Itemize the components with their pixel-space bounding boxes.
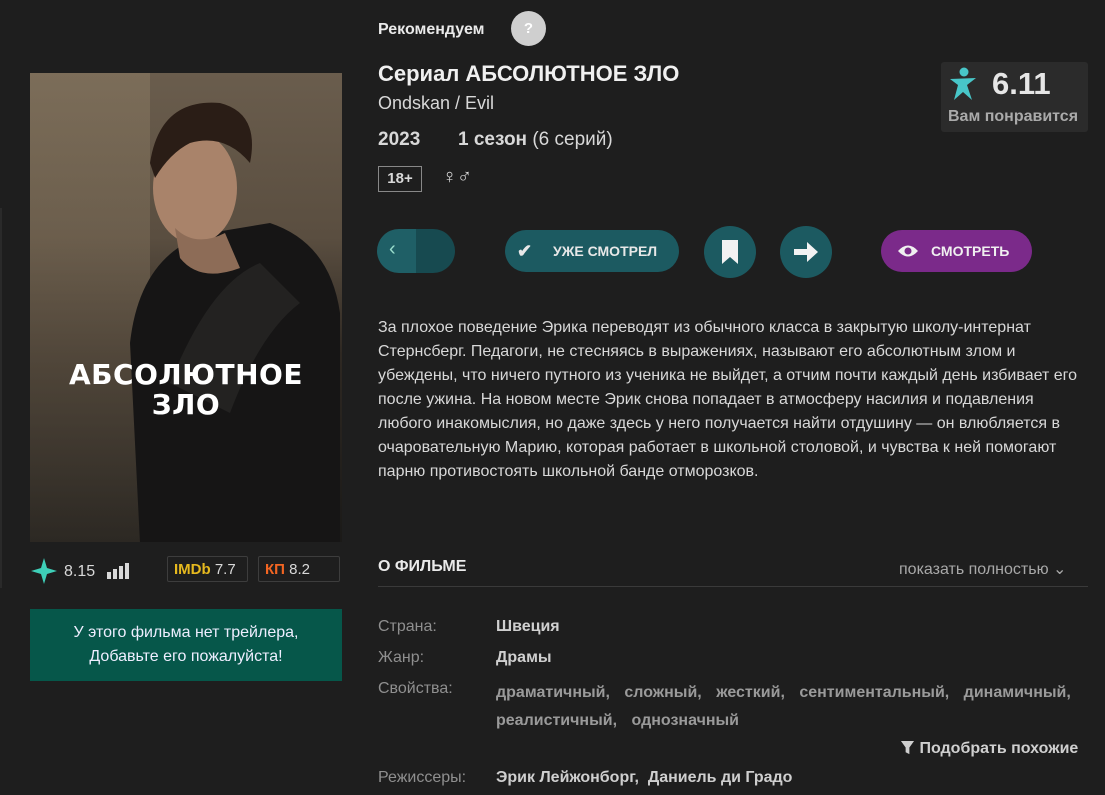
episodes-count: (6 серий) [527, 129, 613, 150]
site-rating-value: 8.15 [64, 563, 96, 580]
eye-icon [898, 245, 918, 257]
properties-label: Свойства: [378, 680, 453, 697]
seasons-info: 1 сезон (6 серий) [458, 129, 613, 151]
directors-label: Режиссеры: [378, 769, 467, 786]
poster-figure [130, 102, 340, 542]
show-full-link[interactable]: показать полностью ⌄ [899, 559, 1066, 579]
original-title: Ondskan / Evil [378, 93, 495, 113]
back-toggle-button[interactable]: ‹ [377, 229, 455, 273]
person-star-icon [950, 67, 976, 100]
imdb-label: IMDb [174, 561, 211, 578]
poster[interactable]: АБСОЛЮТНОЕ ЗЛО [30, 73, 342, 542]
help-icon[interactable]: ? [511, 11, 546, 46]
gender-icon: ♀♂ [442, 166, 472, 188]
match-score-label: Вам понравится [948, 108, 1079, 125]
kp-label: КП [265, 561, 285, 578]
property-tag[interactable]: сентиментальный, [799, 684, 949, 701]
genre-label: Жанр: [378, 649, 425, 666]
bookmark-button[interactable] [704, 226, 756, 278]
bookmark-icon [722, 240, 738, 264]
filter-icon [900, 740, 915, 755]
kp-badge[interactable]: КП 8.2 [258, 556, 340, 582]
poster-title: АБСОЛЮТНОЕ ЗЛО [30, 360, 342, 420]
trailer-notice[interactable]: У этого фильма нет трейлера, Добавьте ег… [30, 609, 342, 681]
description: За плохое поведение Эрика переводят из о… [378, 319, 1078, 480]
property-tag[interactable]: динамичный, [964, 684, 1071, 701]
properties-list: драматичный, сложный, жесткий, сентимент… [496, 679, 1096, 735]
poster-title-line2: ЗЛО [151, 388, 221, 421]
imdb-value: 7.7 [214, 561, 236, 578]
property-tag[interactable]: сложный, [624, 684, 701, 701]
match-score-value: 6.11 [992, 66, 1051, 101]
chevron-left-icon: ‹ [389, 238, 396, 260]
share-forward-button[interactable] [780, 226, 832, 278]
about-heading: О ФИЛЬМЕ [378, 558, 467, 575]
directors-value[interactable]: Эрик Лейжонборг, Даниель ди Градо [496, 769, 792, 787]
release-year[interactable]: 2023 [378, 129, 420, 151]
kp-value: 8.2 [289, 561, 310, 578]
genre-value[interactable]: Драмы [496, 649, 552, 667]
age-rating-badge: 18+ [378, 166, 422, 192]
find-similar-link[interactable]: Подобрать похожие [900, 740, 1078, 758]
recommend-label: Рекомендуем [378, 21, 485, 38]
signal-bars-icon [107, 563, 129, 579]
already-watched-label: УЖЕ СМОТРЕЛ [553, 243, 658, 259]
trailer-notice-line2: Добавьте его пожалуйста! [89, 648, 283, 665]
property-tag[interactable]: драматичный, [496, 684, 610, 701]
poster-title-line1: АБСОЛЮТНОЕ [69, 358, 303, 391]
page-title: Сериал АБСОЛЮТНОЕ ЗЛО [378, 61, 680, 86]
site-rating-star-icon [31, 558, 57, 584]
country-label: Страна: [378, 618, 437, 635]
section-divider [378, 586, 1088, 587]
watch-label: СМОТРЕТЬ [931, 243, 1010, 259]
left-edge-line [0, 208, 2, 588]
property-tag[interactable]: однозначный [632, 712, 740, 729]
imdb-badge[interactable]: IMDb 7.7 [167, 556, 248, 582]
watch-button[interactable]: СМОТРЕТЬ [881, 230, 1032, 272]
seasons-count: 1 сезон [458, 129, 528, 150]
country-value[interactable]: Швеция [496, 618, 560, 636]
property-tag[interactable]: реалистичный, [496, 712, 617, 729]
find-similar-label: Подобрать похожие [919, 740, 1079, 757]
property-tag[interactable]: жесткий, [716, 684, 785, 701]
trailer-notice-line1: У этого фильма нет трейлера, [73, 624, 299, 641]
arrow-right-icon [794, 242, 818, 262]
checkmark-icon: ✔ [517, 241, 533, 261]
already-watched-button[interactable]: ✔ УЖЕ СМОТРЕЛ [505, 230, 679, 272]
